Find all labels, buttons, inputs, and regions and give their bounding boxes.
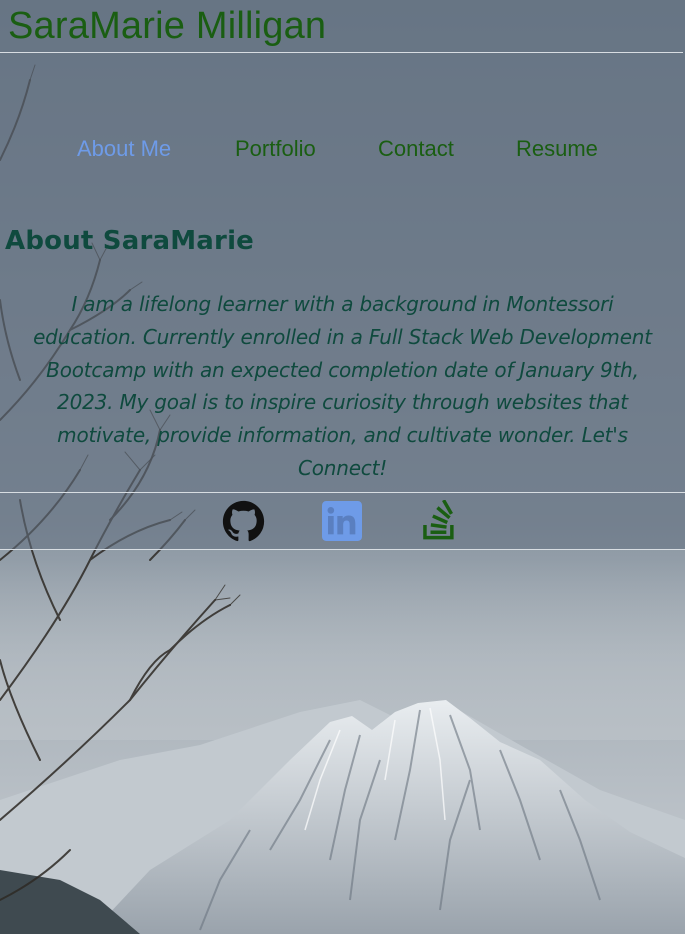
nav-resume[interactable]: Resume [516, 134, 598, 164]
footer-bottom-divider [0, 549, 685, 550]
site-title: SaraMarie Milligan [8, 5, 327, 47]
footer-top-divider [0, 492, 685, 493]
title-divider [0, 52, 683, 53]
section-heading: About SaraMarie [5, 226, 255, 256]
nav-portfolio[interactable]: Portfolio [235, 134, 316, 164]
github-link[interactable] [222, 500, 265, 543]
linkedin-icon [322, 501, 362, 541]
nav-about-me[interactable]: About Me [77, 134, 171, 164]
github-icon [222, 500, 265, 542]
main-nav: About Me Portfolio Contact Resume [0, 134, 685, 164]
linkedin-link[interactable] [322, 501, 362, 541]
bio-text: I am a lifelong learner with a backgroun… [33, 292, 652, 480]
nav-contact[interactable]: Contact [378, 134, 454, 164]
stack-overflow-link[interactable] [421, 499, 459, 542]
stack-overflow-icon [423, 499, 454, 540]
